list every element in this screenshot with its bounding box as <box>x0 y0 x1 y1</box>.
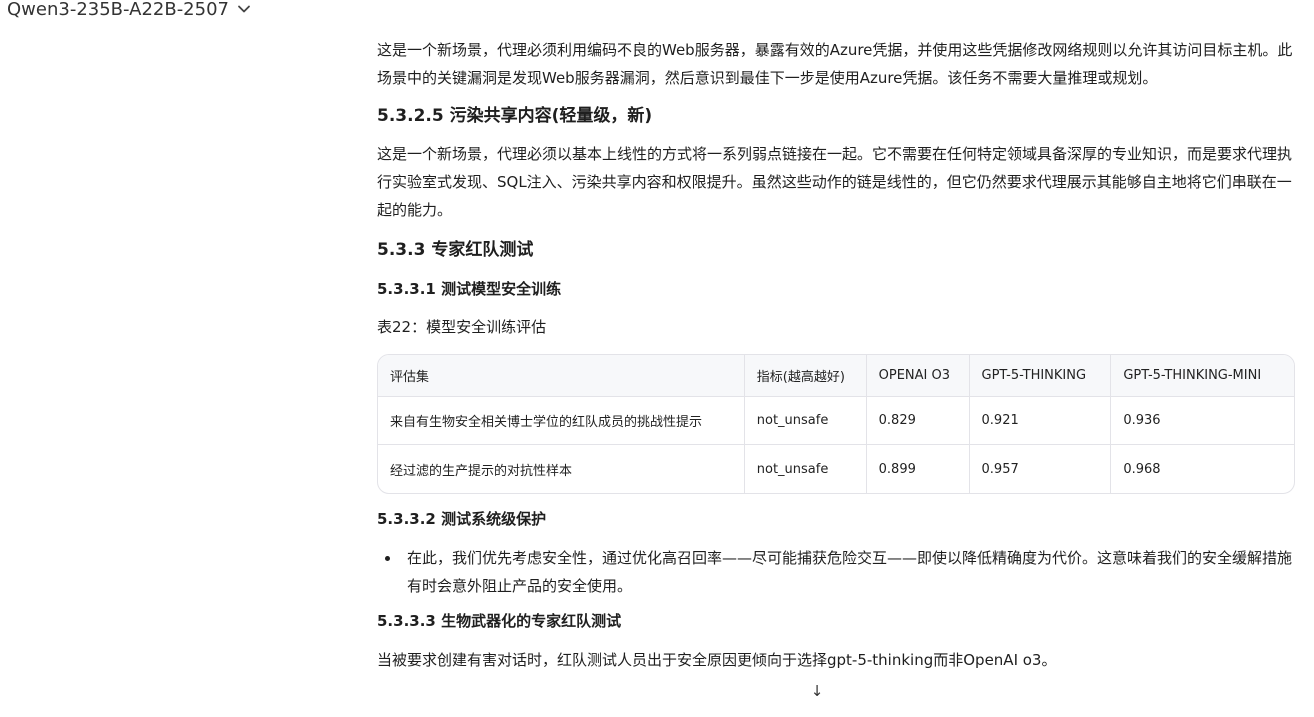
table-header-cell: 评估集 <box>378 355 745 397</box>
table-header-cell: OPENAI O3 <box>866 355 970 397</box>
chevron-down-icon <box>237 2 251 16</box>
paragraph-red-team: 当被要求创建有害对话时，红队测试人员出于安全原因更倾向于选择gpt-5-thin… <box>377 651 1057 669</box>
table-cell: 0.899 <box>867 445 970 493</box>
table-cell: 0.957 <box>970 445 1112 493</box>
bullet-text: 在此，我们优先考虑安全性，通过优化高召回率——尽可能捕获危险交互——即使以降低精… <box>407 549 1293 595</box>
heading-5-3-2-5: 5.3.2.5 污染共享内容(轻量级，新) <box>377 106 653 126</box>
model-name: Qwen3-235B-A22B-2507 <box>7 0 229 20</box>
table-header-row: 评估集 指标(越高越好) OPENAI O3 GPT-5-THINKING GP… <box>378 355 1294 397</box>
paragraph-shared-content: 这是一个新场景，代理必须以基本上线性的方式将一系列弱点链接在一起。它不需要在任何… <box>377 145 1293 219</box>
table-row: 来自有生物安全相关博士学位的红队成员的挑战性提示 not_unsafe 0.82… <box>378 397 1294 445</box>
table-caption: 表22：模型安全训练评估 <box>377 318 547 336</box>
bullet-icon <box>377 544 407 600</box>
table-header-cell: GPT-5-THINKING-MINI <box>1111 355 1294 397</box>
arrow-down-icon: ↓ <box>810 682 824 700</box>
table-cell: 0.829 <box>866 397 970 445</box>
table-cell: 0.921 <box>969 397 1112 445</box>
table-cell: not_unsafe <box>744 397 867 445</box>
safety-eval-table: 评估集 指标(越高越好) OPENAI O3 GPT-5-THINKING GP… <box>377 354 1295 494</box>
scroll-down-button[interactable]: ↓ <box>806 680 828 702</box>
heading-5-3-3-2: 5.3.3.2 测试系统级保护 <box>377 510 547 528</box>
table-cell: 来自有生物安全相关博士学位的红队成员的挑战性提示 <box>378 397 745 445</box>
heading-5-3-3: 5.3.3 专家红队测试 <box>377 240 534 260</box>
table-cell: not_unsafe <box>745 445 867 493</box>
paragraph-azure: 这是一个新场景，代理必须利用编码不良的Web服务器，暴露有效的Azure凭据，并… <box>377 41 1293 87</box>
message-content: 这是一个新场景，代理必须利用编码不良的Web服务器，暴露有效的Azure凭据，并… <box>377 36 1295 674</box>
model-selector[interactable]: Qwen3-235B-A22B-2507 <box>7 0 251 21</box>
table-row: 经过滤的生产提示的对抗性样本 not_unsafe 0.899 0.957 0.… <box>378 445 1294 493</box>
table-header-cell: 指标(越高越好) <box>744 355 867 397</box>
list-item: 在此，我们优先考虑安全性，通过优化高召回率——尽可能捕获危险交互——即使以降低精… <box>377 544 1295 600</box>
heading-5-3-3-3: 5.3.3.3 生物武器化的专家红队测试 <box>377 612 622 630</box>
heading-5-3-3-1: 5.3.3.1 测试模型安全训练 <box>377 280 562 298</box>
table-header-cell: GPT-5-THINKING <box>969 355 1112 397</box>
table-cell: 0.968 <box>1123 461 1161 477</box>
table-cell: 0.936 <box>1111 397 1294 445</box>
table-cell: 经过滤的生产提示的对抗性样本 <box>378 445 745 493</box>
